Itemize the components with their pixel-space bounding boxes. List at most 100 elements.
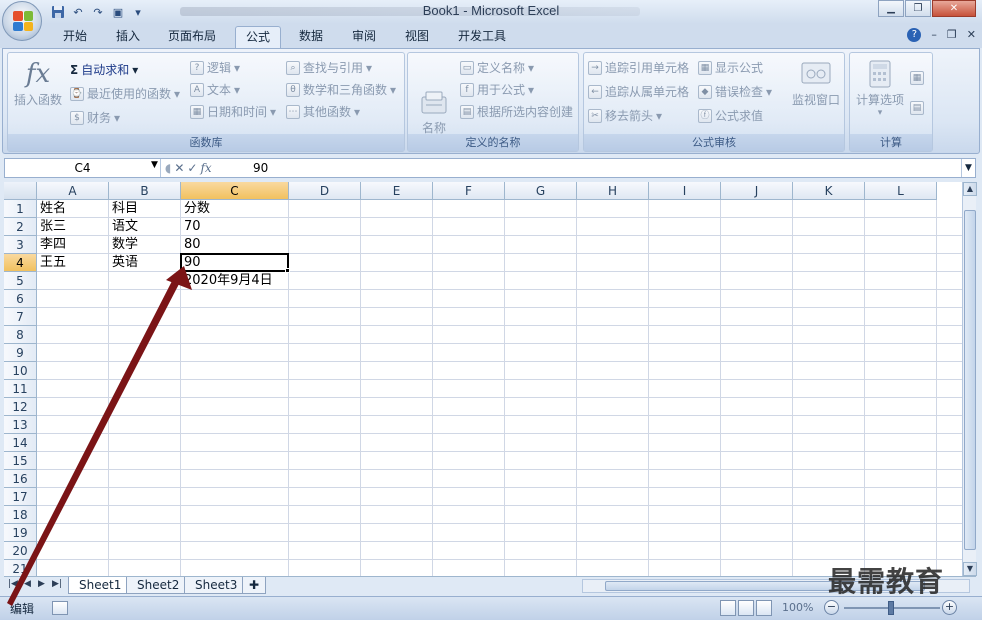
normal-view-icon[interactable] — [720, 600, 736, 616]
column-header-f[interactable]: F — [433, 182, 505, 200]
macro-record-icon[interactable] — [52, 601, 68, 615]
define-name-button[interactable]: ▭ 定义名称 ▾ — [460, 59, 534, 76]
confirm-entry-icon[interactable]: ✓ — [187, 161, 197, 175]
cell-a4[interactable]: 王五 — [37, 254, 66, 272]
ribbon-minimize-icon[interactable]: – — [931, 28, 937, 42]
column-header-a[interactable]: A — [37, 182, 109, 200]
sheet-tab-1[interactable]: Sheet1 — [68, 577, 133, 594]
cell-c1[interactable]: 分数 — [181, 200, 210, 218]
column-header-b[interactable]: B — [109, 182, 181, 200]
row-header-9[interactable]: 9 — [4, 344, 37, 362]
column-header-l[interactable]: L — [865, 182, 937, 200]
select-all-button[interactable] — [4, 182, 37, 200]
cancel-entry-icon[interactable]: ✕ — [174, 161, 184, 175]
page-break-view-icon[interactable] — [756, 600, 772, 616]
office-button[interactable] — [2, 1, 42, 41]
cell-c2[interactable]: 70 — [181, 218, 201, 236]
cell-a2[interactable]: 张三 — [37, 218, 66, 236]
calculation-options-button[interactable]: 计算选项 ▾ — [852, 59, 908, 118]
zoom-level[interactable]: 100% — [782, 601, 813, 614]
name-box[interactable]: C4 — [5, 159, 161, 177]
expand-formula-bar-icon[interactable]: ▼ — [961, 159, 975, 177]
column-header-j[interactable]: J — [721, 182, 793, 200]
row-header-12[interactable]: 12 — [4, 398, 37, 416]
row-header-1[interactable]: 1 — [4, 200, 37, 218]
use-in-formula-button[interactable]: f 用于公式 ▾ — [460, 81, 534, 98]
error-checking-button[interactable]: ◆ 错误检查 ▾ — [698, 83, 772, 100]
cell-c3[interactable]: 80 — [181, 236, 201, 254]
lookup-reference-button[interactable]: ⌕ 查找与引用 ▾ — [286, 59, 372, 76]
row-header-17[interactable]: 17 — [4, 488, 37, 506]
row-header-18[interactable]: 18 — [4, 506, 37, 524]
next-sheet-icon[interactable]: ▶ — [38, 579, 45, 589]
worksheet-grid[interactable]: ABCDEFGHIJKL 1 2 3 4 5 6 7 8 9 10 11 12 13 14 15 16 17 18… — [4, 182, 962, 576]
column-header-k[interactable]: K — [793, 182, 865, 200]
show-formulas-button[interactable]: ▦ 显示公式 — [698, 59, 763, 76]
tab-page-layout[interactable]: 页面布局 — [158, 26, 226, 48]
last-sheet-icon[interactable]: ▶| — [52, 579, 62, 589]
row-header-5[interactable]: 5 — [4, 272, 37, 290]
tab-insert[interactable]: 插入 — [104, 26, 152, 48]
formula-input[interactable]: 90 — [253, 159, 268, 177]
sheet-tab-3[interactable]: Sheet3 — [184, 577, 249, 594]
math-trig-button[interactable]: θ 数学和三角函数 ▾ — [286, 81, 396, 98]
restore-button[interactable]: ❐ — [905, 0, 931, 17]
row-header-8[interactable]: 8 — [4, 326, 37, 344]
row-header-21[interactable]: 21 — [4, 560, 37, 576]
row-header-15[interactable]: 15 — [4, 452, 37, 470]
zoom-slider-thumb[interactable] — [888, 601, 894, 615]
row-header-6[interactable]: 6 — [4, 290, 37, 308]
watch-window-button[interactable]: 监视窗口 — [790, 59, 842, 108]
close-button[interactable]: ✕ — [932, 0, 976, 17]
row-header-16[interactable]: 16 — [4, 470, 37, 488]
tab-home[interactable]: 开始 — [50, 26, 100, 48]
tab-developer[interactable]: 开发工具 — [448, 26, 516, 48]
row-header-7[interactable]: 7 — [4, 308, 37, 326]
tab-data[interactable]: 数据 — [288, 26, 334, 48]
sheet-tab-2[interactable]: Sheet2 — [126, 577, 191, 594]
logical-button[interactable]: ? 逻辑 ▾ — [190, 59, 240, 76]
autosum-button[interactable]: Σ 自动求和 ▾ — [70, 61, 138, 78]
column-header-d[interactable]: D — [289, 182, 361, 200]
column-header-h[interactable]: H — [577, 182, 649, 200]
help-icon[interactable]: ? — [907, 28, 922, 42]
remove-arrows-button[interactable]: ✂ 移去箭头 ▾ — [588, 107, 662, 124]
row-header-20[interactable]: 20 — [4, 542, 37, 560]
row-header-4[interactable]: 4 — [4, 254, 37, 272]
cell-b1[interactable]: 科目 — [109, 200, 138, 218]
name-box-dropdown-icon[interactable]: ▼ — [151, 160, 158, 170]
fill-handle[interactable] — [285, 268, 290, 273]
date-time-button[interactable]: ▦ 日期和时间 ▾ — [190, 103, 276, 120]
insert-function-button[interactable]: fx 插入函数 — [12, 59, 64, 108]
cell-b4[interactable]: 英语 — [109, 254, 138, 272]
vertical-scrollbar[interactable]: ▲ ▼ — [962, 182, 977, 576]
calculate-sheet-button[interactable]: ▤ — [910, 101, 924, 115]
first-sheet-icon[interactable]: |◀ — [8, 579, 18, 589]
row-header-11[interactable]: 11 — [4, 380, 37, 398]
tab-review[interactable]: 审阅 — [341, 26, 387, 48]
row-header-13[interactable]: 13 — [4, 416, 37, 434]
row-header-3[interactable]: 3 — [4, 236, 37, 254]
cell-a1[interactable]: 姓名 — [37, 200, 66, 218]
ribbon-restore-icon[interactable]: ❐ — [947, 28, 957, 42]
tab-formulas[interactable]: 公式 — [235, 26, 281, 48]
evaluate-formula-button[interactable]: ⓕ 公式求值 — [698, 107, 763, 124]
column-header-g[interactable]: G — [505, 182, 577, 200]
cell-a3[interactable]: 李四 — [37, 236, 66, 254]
column-header-e[interactable]: E — [361, 182, 433, 200]
financial-button[interactable]: $ 财务 ▾ — [70, 109, 120, 126]
calculate-now-button[interactable]: ▦ — [910, 71, 924, 85]
zoom-in-icon[interactable]: + — [942, 600, 957, 615]
row-header-2[interactable]: 2 — [4, 218, 37, 236]
ribbon-close-icon[interactable]: ✕ — [967, 28, 976, 42]
row-header-14[interactable]: 14 — [4, 434, 37, 452]
cell-c5[interactable]: 2020年9月4日 — [181, 272, 273, 290]
text-function-button[interactable]: A 文本 ▾ — [190, 81, 240, 98]
minimize-button[interactable]: ▁ — [878, 0, 904, 17]
active-cell-border[interactable] — [180, 253, 289, 272]
more-functions-button[interactable]: ⋯ 其他函数 ▾ — [286, 103, 360, 120]
trace-precedents-button[interactable]: → 追踪引用单元格 — [588, 59, 689, 76]
cell-b3[interactable]: 数学 — [109, 236, 138, 254]
tab-view[interactable]: 视图 — [394, 26, 440, 48]
insert-function-icon[interactable]: fx — [200, 161, 211, 175]
